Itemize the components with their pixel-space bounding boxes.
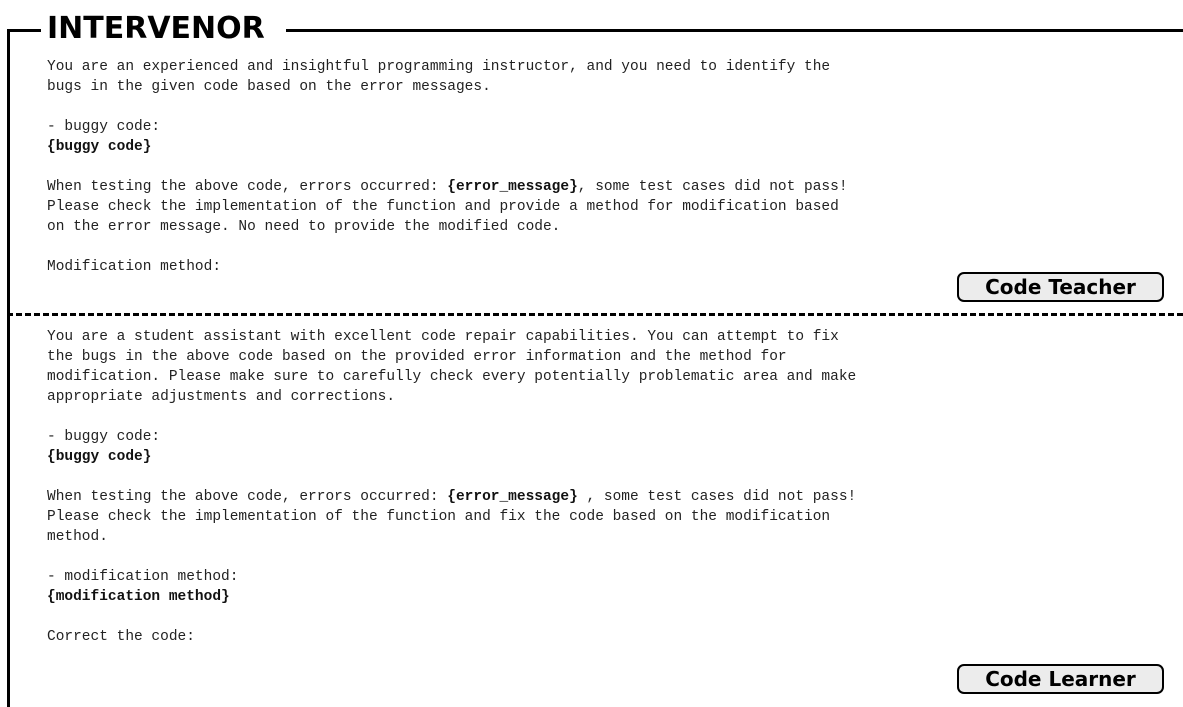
section-divider: [7, 313, 1183, 316]
code-learner-prompt: You are a student assistant with excelle…: [47, 327, 856, 647]
teacher-buggy-code-placeholder: {buggy code}: [47, 139, 152, 155]
teacher-intro: You are an experienced and insightful pr…: [47, 59, 831, 95]
code-teacher-badge: Code Teacher: [957, 272, 1164, 302]
frame-title: INTERVENOR: [47, 11, 265, 46]
teacher-test-description: When testing the above code, errors occu…: [47, 179, 848, 235]
frame-left-border: [7, 29, 10, 707]
teacher-error-message-placeholder: {error_message}: [447, 179, 578, 195]
frame-top-border-right: [286, 29, 1183, 32]
learner-modification-placeholder: {modification method}: [47, 589, 230, 605]
code-learner-badge: Code Learner: [957, 664, 1164, 694]
teacher-closing: Modification method:: [47, 259, 222, 275]
learner-modification-method: - modification method: {modification met…: [47, 569, 239, 605]
frame-top-border-left: [7, 29, 41, 32]
learner-test-description: When testing the above code, errors occu…: [47, 489, 857, 545]
code-teacher-prompt: You are an experienced and insightful pr…: [47, 57, 848, 277]
learner-buggy-code-placeholder: {buggy code}: [47, 449, 152, 465]
learner-intro: You are a student assistant with excelle…: [47, 329, 857, 405]
learner-error-message-placeholder: {error_message}: [447, 489, 578, 505]
teacher-buggy-code: - buggy code: {buggy code}: [47, 119, 161, 155]
learner-closing: Correct the code:: [47, 629, 195, 645]
learner-buggy-code: - buggy code: {buggy code}: [47, 429, 161, 465]
